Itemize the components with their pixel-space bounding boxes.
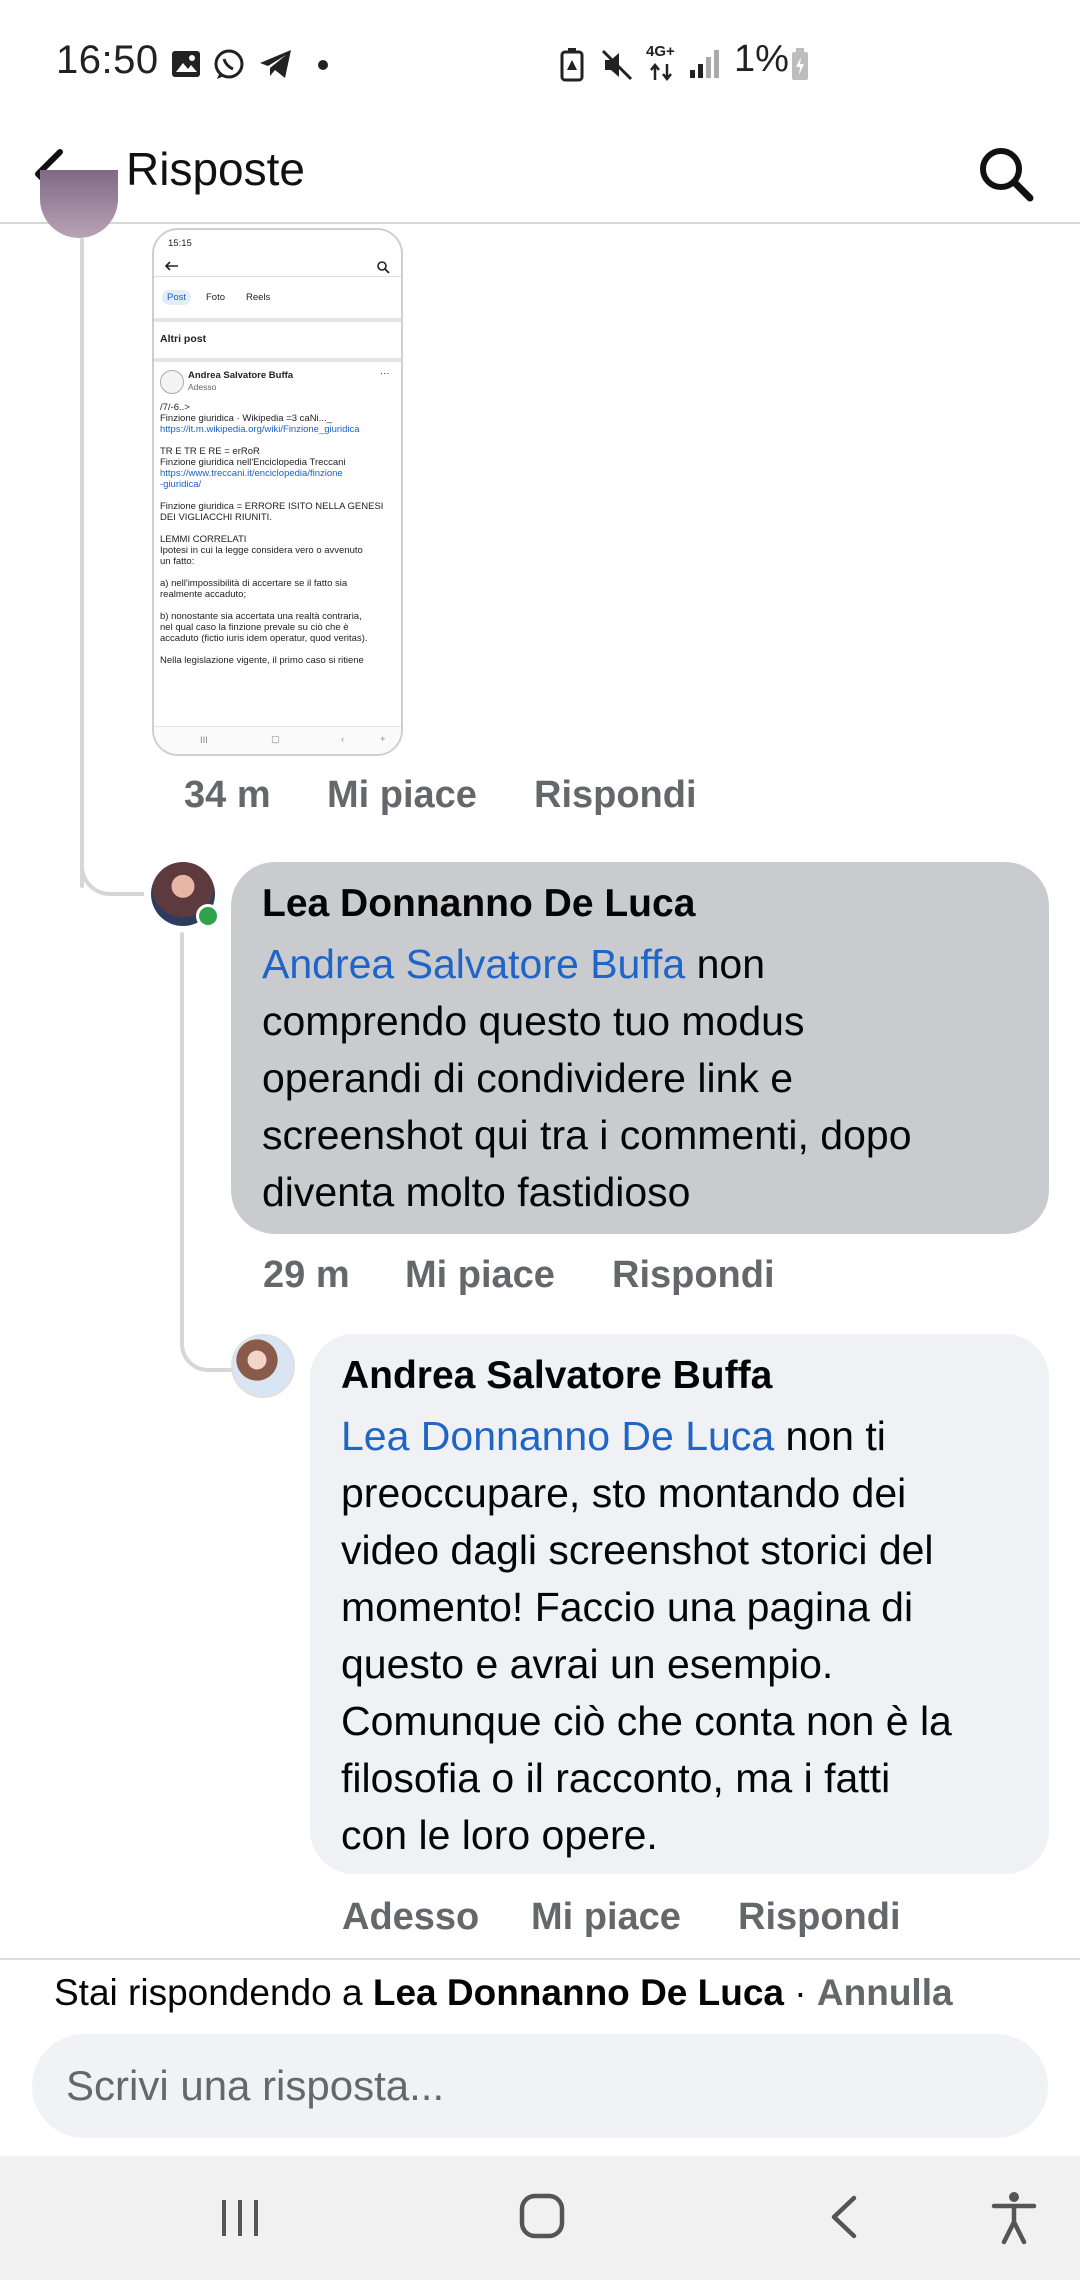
shot-time: 15:15	[168, 238, 192, 249]
comment-screenshot-image[interactable]: 15:15 Post Foto Reels Altri post Andrea …	[152, 228, 403, 756]
reply-button[interactable]: Rispondi	[738, 1896, 901, 1939]
shot-back-icon	[164, 261, 178, 271]
comment-time: Adesso	[342, 1896, 480, 1938]
battery-percent: 1%	[734, 38, 789, 80]
shot-tab: Reels	[246, 292, 271, 303]
whatsapp-icon	[214, 49, 244, 79]
status-bar: 16:50 4G+ 1%	[0, 0, 1080, 130]
shot-search-icon	[377, 261, 390, 274]
mute-icon	[601, 49, 633, 81]
home-icon[interactable]	[518, 2192, 566, 2240]
reply-button[interactable]: Rispondi	[534, 774, 697, 817]
telegram-icon	[260, 50, 291, 78]
online-status-dot	[196, 904, 220, 928]
battery-icon	[792, 48, 808, 80]
reply-input[interactable]	[32, 2034, 1048, 2138]
thread-connector	[180, 1300, 236, 1372]
comment-text: Lea Donnanno De Luca non ti preoccupare,…	[341, 1413, 952, 1858]
shot-post-body: /7/-6..> Finzione giuridica · Wikipedia …	[160, 402, 384, 666]
comment-time: 29 m	[263, 1254, 350, 1296]
status-time: 16:50	[56, 38, 159, 82]
like-button[interactable]: Mi piace	[405, 1254, 555, 1297]
reply-context: Stai rispondendo a Lea Donnanno De Luca …	[54, 1972, 953, 2013]
shot-section: Altri post	[160, 333, 207, 345]
back-icon[interactable]	[826, 2194, 862, 2240]
comment-bubble[interactable]: Andrea Salvatore Buffa Lea Donnanno De L…	[310, 1334, 1049, 1874]
shot-author: Andrea Salvatore Buffa	[188, 370, 294, 381]
comment-text: Andrea Salvatore Buffa non comprendo que…	[262, 941, 912, 1215]
shot-navbar: III ▢ ‹ +	[154, 726, 401, 754]
search-button[interactable]	[970, 138, 1042, 210]
avatar[interactable]	[231, 1334, 295, 1398]
signal-icon	[690, 50, 719, 78]
comment-author[interactable]: Lea Donnanno De Luca	[262, 882, 695, 926]
shot-more-icon: ···	[380, 368, 390, 379]
accessibility-icon[interactable]	[990, 2190, 1038, 2246]
dot-icon	[318, 60, 328, 70]
mention-link[interactable]: Lea Donnanno De Luca	[341, 1413, 774, 1459]
comment-author[interactable]: Andrea Salvatore Buffa	[341, 1354, 772, 1398]
network-icon	[650, 62, 672, 82]
shot-post-time: Adesso	[188, 382, 217, 392]
comment-bubble[interactable]: Lea Donnanno De Luca Andrea Salvatore Bu…	[231, 862, 1049, 1234]
search-icon	[980, 148, 1034, 202]
recent-apps-icon[interactable]	[218, 2196, 262, 2240]
like-button[interactable]: Mi piace	[327, 774, 477, 817]
divider	[0, 1958, 1080, 1960]
reply-target: Lea Donnanno De Luca	[372, 1972, 784, 2013]
thread-connector	[80, 850, 144, 896]
battery-saver-icon	[560, 48, 584, 82]
reply-button[interactable]: Rispondi	[612, 1254, 775, 1297]
thread-line	[80, 238, 84, 888]
image-icon	[172, 51, 200, 77]
avatar[interactable]	[40, 170, 118, 238]
system-nav-bar	[0, 2156, 1080, 2280]
page-title: Risposte	[126, 143, 305, 195]
thread-line	[180, 932, 184, 1332]
shot-tab: Foto	[206, 292, 226, 303]
app-header: Risposte	[0, 130, 1080, 224]
shot-tab: Post	[162, 290, 192, 305]
comment-time: 34 m	[184, 774, 271, 816]
shot-avatar	[160, 370, 184, 394]
like-button[interactable]: Mi piace	[531, 1896, 681, 1939]
cancel-reply-button[interactable]: Annulla	[817, 1972, 953, 2013]
network-type: 4G+	[646, 43, 675, 60]
mention-link[interactable]: Andrea Salvatore Buffa	[262, 941, 685, 987]
